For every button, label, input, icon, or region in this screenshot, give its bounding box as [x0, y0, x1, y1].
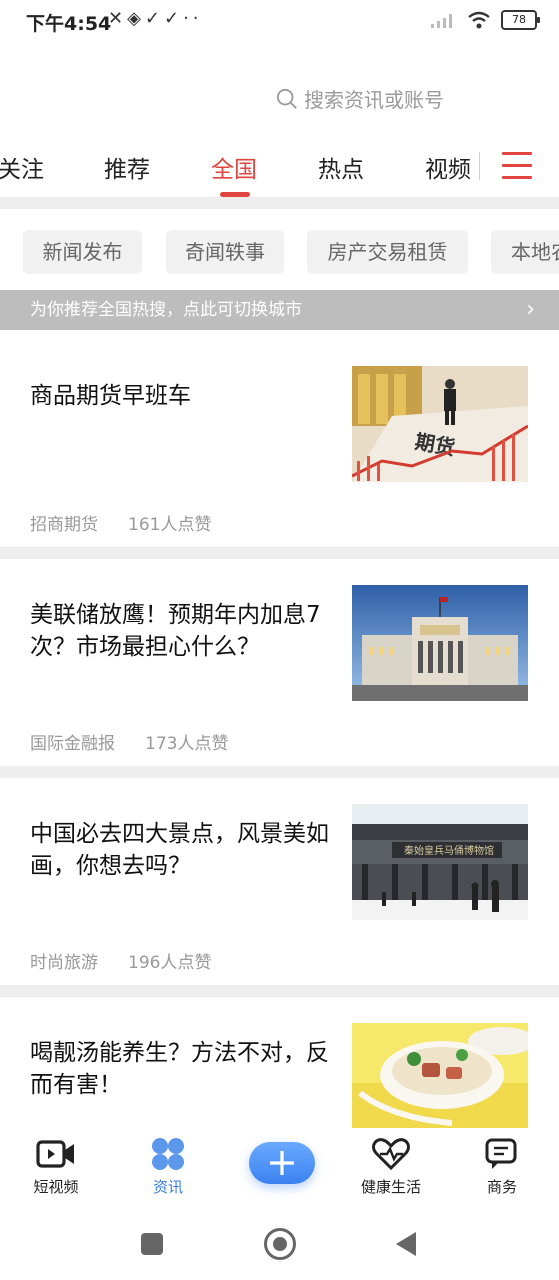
nav-business[interactable]: 商务 — [462, 1136, 542, 1197]
chevron-right-icon: › — [526, 297, 535, 322]
article-title: 商品期货早班车 — [30, 383, 191, 409]
status-time: 下午4:54 — [26, 13, 112, 35]
article-likes: 196人点赞 — [128, 953, 212, 973]
notification-icons: ✕◈✓✓·· — [108, 8, 203, 29]
article-source: 招商期货 — [30, 515, 98, 535]
tab-video[interactable]: 视频 — [425, 150, 471, 184]
wifi-icon — [468, 11, 490, 29]
svg-text:秦始皇兵马俑博物馆: 秦始皇兵马俑博物馆 — [404, 844, 494, 857]
chip-anecdotes[interactable]: 奇闻轶事 — [166, 230, 284, 274]
futures-image: 期货 — [352, 366, 528, 482]
video-icon — [36, 1140, 74, 1168]
chip-news-release[interactable]: 新闻发布 — [23, 230, 142, 274]
status-bar: 下午4:54 ✕◈✓✓·· 78 — [0, 0, 559, 42]
article-title: 中国必去四大景点，风景美如画，你想去吗？ — [30, 821, 329, 879]
nav-label: 短视频 — [33, 1178, 79, 1196]
article-card[interactable]: 美联储放鹰！预期年内加息7次？市场最担心什么？ 国际金融报 173人点赞 — [0, 559, 559, 766]
article-card[interactable]: 喝靓汤能养生？方法不对，反而有害！ — [0, 997, 559, 1128]
back-icon[interactable] — [396, 1232, 416, 1256]
recents-icon[interactable] — [141, 1233, 163, 1255]
article-title: 喝靓汤能养生？方法不对，反而有害！ — [30, 1040, 329, 1098]
section-divider — [0, 197, 559, 209]
chat-icon — [485, 1138, 517, 1169]
channel-menu-icon[interactable] — [502, 152, 532, 182]
category-chips: 新闻发布 奇闻轶事 房产交易租赁 本地农 — [0, 230, 559, 276]
home-icon[interactable] — [264, 1228, 296, 1260]
article-meta: 国际金融报 173人点赞 — [30, 729, 228, 754]
nav-news[interactable]: 资讯 — [128, 1136, 208, 1197]
section-divider — [0, 985, 559, 997]
plus-icon — [270, 1151, 294, 1175]
city-switch-banner[interactable]: 为你推荐全国热搜，点此可切换城市 › — [0, 290, 559, 330]
section-divider — [0, 547, 559, 559]
channel-tabs: 关注 推荐 全国 热点 视频 — [0, 140, 559, 197]
search-icon — [276, 88, 297, 109]
banner-text: 为你推荐全国热搜，点此可切换城市 — [30, 300, 302, 320]
federal-reserve-image — [352, 585, 528, 701]
search-placeholder: 搜索资讯或账号 — [304, 88, 444, 112]
article-card[interactable]: 中国必去四大景点，风景美如画，你想去吗？ 秦始皇兵马俑博物馆 时尚旅游 196人点… — [0, 778, 559, 985]
nav-short-video[interactable]: 短视频 — [16, 1136, 96, 1197]
search-box[interactable]: 搜索资讯或账号 — [276, 84, 444, 113]
status-right: 78 — [431, 10, 540, 30]
article-likes: 161人点赞 — [128, 515, 212, 535]
publish-button[interactable] — [249, 1142, 315, 1184]
system-nav-bar — [0, 1210, 559, 1280]
tab-divider — [479, 152, 480, 180]
tab-hot[interactable]: 热点 — [318, 150, 364, 184]
news-grid-icon — [152, 1138, 184, 1170]
nav-label: 商务 — [486, 1178, 517, 1196]
article-card[interactable]: 商品期货早班车 期货 招商期货 161人点赞 — [0, 340, 559, 547]
nav-label: 健康生活 — [360, 1178, 421, 1196]
article-meta: 招商期货 161人点赞 — [30, 510, 211, 535]
nav-health-life[interactable]: 健康生活 — [351, 1136, 431, 1197]
chip-real-estate[interactable]: 房产交易租赁 — [307, 230, 468, 274]
soup-image — [352, 1023, 528, 1128]
section-divider — [0, 766, 559, 778]
tab-recommend[interactable]: 推荐 — [104, 150, 150, 184]
bottom-nav: 短视频 资讯 健康生活 商务 — [0, 1128, 559, 1208]
scenic-building-image: 秦始皇兵马俑博物馆 — [352, 804, 528, 920]
tab-follow[interactable]: 关注 — [0, 150, 44, 184]
article-source: 国际金融报 — [30, 734, 115, 754]
tab-national[interactable]: 全国 — [211, 150, 257, 184]
chip-local[interactable]: 本地农 — [491, 230, 559, 274]
article-meta: 时尚旅游 196人点赞 — [30, 948, 211, 973]
nav-label: 资讯 — [152, 1178, 183, 1196]
signal-icon — [431, 14, 452, 28]
battery-icon: 78 — [501, 10, 540, 30]
heart-icon — [372, 1138, 410, 1171]
article-source: 时尚旅游 — [30, 953, 98, 973]
article-title: 美联储放鹰！预期年内加息7次？市场最担心什么？ — [30, 602, 321, 660]
article-likes: 173人点赞 — [145, 734, 229, 754]
